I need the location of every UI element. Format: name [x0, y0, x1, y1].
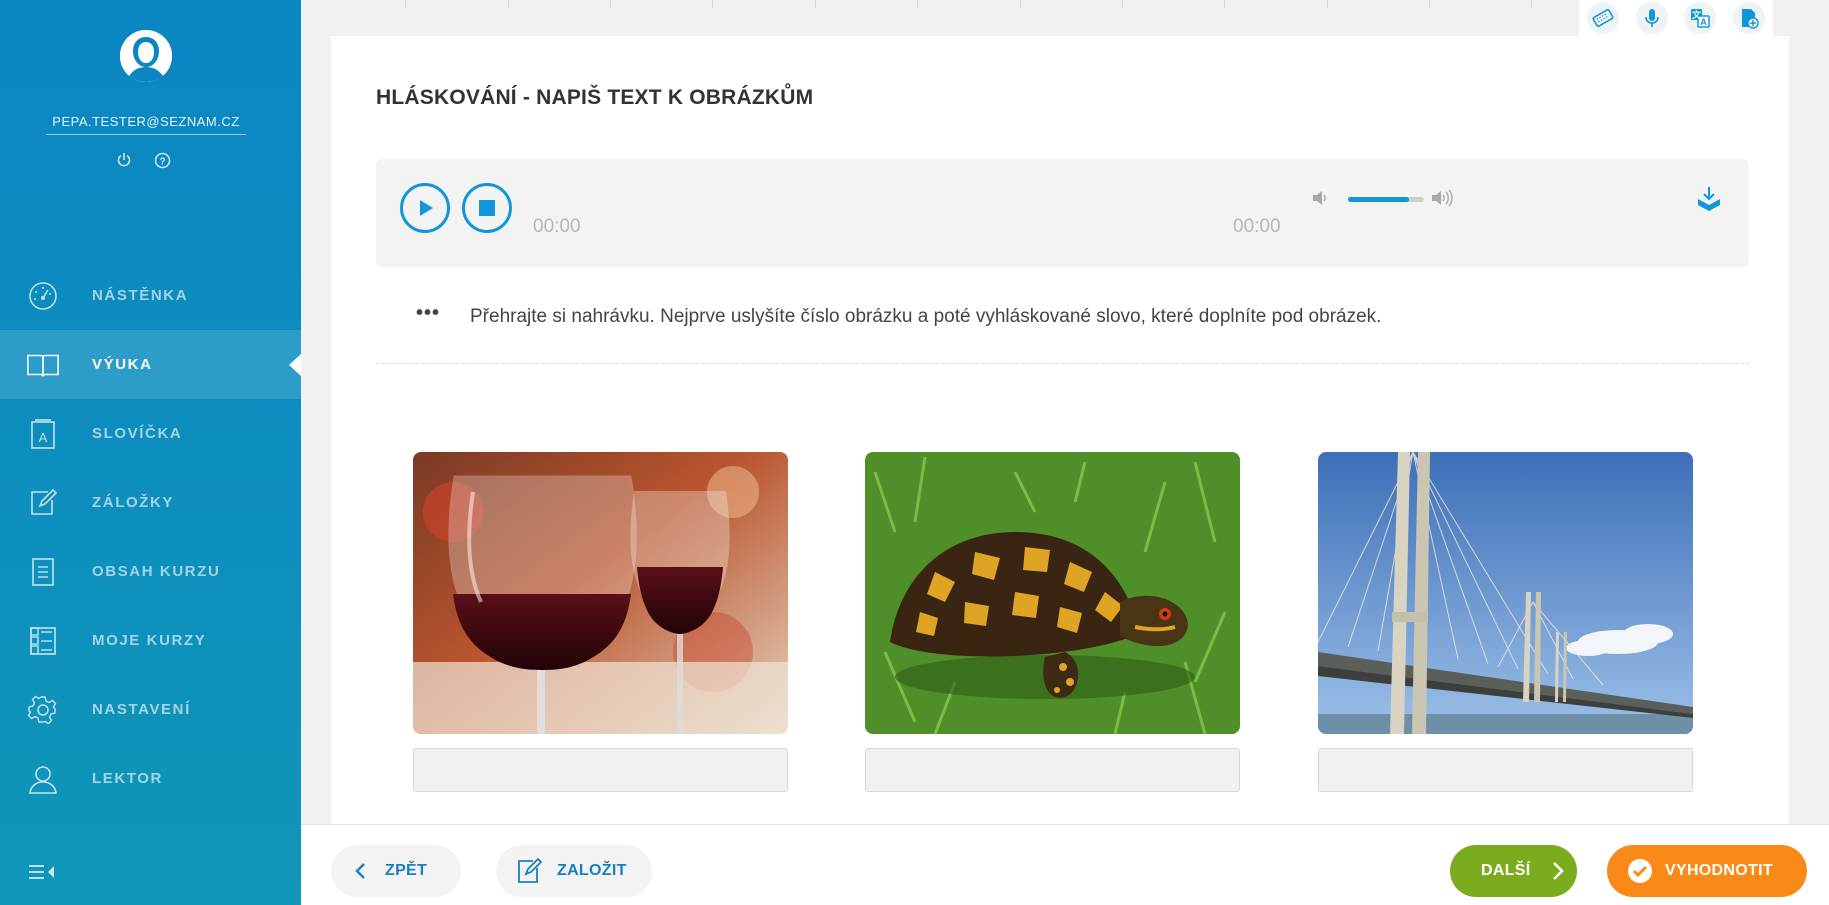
nav-item-bookmarks[interactable]: ZÁLOŽKY	[0, 468, 301, 537]
nav-label: LEKTOR	[92, 770, 163, 787]
answer-input-1[interactable]	[413, 748, 788, 792]
nav-item-course-contents[interactable]: OBSAH KURZU	[0, 537, 301, 606]
translate-icon[interactable]: 文A	[1684, 2, 1717, 34]
play-icon	[420, 200, 433, 216]
my-courses-icon	[26, 624, 60, 658]
nav-label: OBSAH KURZU	[92, 563, 221, 580]
exercise-title: HLÁSKOVÁNÍ - NAPIŠ TEXT K OBRÁZKŮM	[376, 86, 814, 109]
main-nav: NÁSTĚNKA VÝUKA A SLOVÍČKA ZÁLOŽKY OBSAH …	[0, 261, 301, 813]
back-label: ZPĚT	[385, 862, 428, 879]
add-note-icon[interactable]	[1732, 2, 1765, 34]
power-icon[interactable]	[114, 150, 134, 170]
bookmark-edit-icon	[26, 486, 60, 520]
nav-item-teaching[interactable]: VÝUKA	[0, 330, 301, 399]
nav-item-settings[interactable]: NASTAVENÍ	[0, 675, 301, 744]
bridge-image	[1318, 452, 1693, 734]
picture-item	[413, 452, 788, 792]
svg-text:?: ?	[159, 156, 165, 167]
volume-slider[interactable]	[1348, 197, 1424, 202]
answer-input-3[interactable]	[1318, 748, 1693, 792]
current-time: 00:00	[533, 216, 581, 237]
picture-grid	[413, 452, 1693, 832]
stop-button[interactable]	[462, 183, 512, 233]
audio-player: 00:00 00:00	[376, 159, 1749, 267]
nav-label: SLOVÍČKA	[92, 425, 183, 442]
chevron-right-icon	[1552, 862, 1564, 880]
bottom-bar: ZPĚT ZALOŽIT DALŠÍ VYHODNOTIT	[301, 824, 1829, 905]
nav-label: NÁSTĚNKA	[92, 287, 189, 304]
next-label: DALŠÍ	[1481, 862, 1531, 879]
nav-label: MOJE KURZY	[92, 632, 207, 649]
avatar-icon[interactable]	[120, 30, 172, 82]
course-contents-icon	[26, 555, 60, 589]
svg-text:A: A	[1701, 17, 1708, 27]
duration: 00:00	[1233, 216, 1281, 237]
instruction: ••• Přehrajte si nahrávku. Nejprve uslyš…	[376, 302, 1749, 364]
volume-high-icon[interactable]	[1430, 189, 1456, 212]
chevron-left-icon	[355, 863, 365, 879]
bookmark-button[interactable]: ZALOŽIT	[496, 845, 652, 897]
dashboard-icon	[26, 279, 60, 313]
bookmark-edit-icon	[518, 858, 543, 883]
volume-level	[1348, 197, 1409, 202]
help-icon[interactable]: ?	[152, 150, 172, 170]
sidebar: PEPA.TESTER@SEZNAM.CZ ? NÁSTĚNKA VÝUKA A…	[0, 0, 301, 905]
book-icon	[26, 348, 60, 382]
play-button[interactable]	[400, 183, 450, 233]
nav-item-dashboard[interactable]: NÁSTĚNKA	[0, 261, 301, 330]
nav-label: ZÁLOŽKY	[92, 494, 175, 511]
exercise-card: HLÁSKOVÁNÍ - NAPIŠ TEXT K OBRÁZKŮM 00:00…	[331, 36, 1789, 826]
keyboard-icon[interactable]	[1587, 2, 1620, 34]
instruction-marker: •••	[416, 302, 441, 324]
check-circle-icon	[1628, 859, 1652, 883]
bookmark-label: ZALOŽIT	[557, 862, 627, 879]
answer-input-2[interactable]	[865, 748, 1240, 792]
vocabulary-icon: A	[26, 417, 60, 451]
microphone-icon[interactable]	[1635, 2, 1668, 34]
stop-icon	[479, 200, 495, 216]
evaluate-label: VYHODNOTIT	[1665, 862, 1773, 879]
tutor-icon	[26, 762, 60, 796]
wine-glasses-image	[413, 452, 788, 734]
turtle-image	[865, 452, 1240, 734]
nav-item-tutor[interactable]: LEKTOR	[0, 744, 301, 813]
svg-text:A: A	[39, 430, 48, 445]
user-email: PEPA.TESTER@SEZNAM.CZ	[46, 114, 246, 135]
volume-low-icon[interactable]	[1311, 189, 1329, 212]
nav-item-my-courses[interactable]: MOJE KURZY	[0, 606, 301, 675]
settings-icon	[26, 693, 60, 727]
tools-bar: 文A	[1579, 0, 1773, 36]
nav-label: NASTAVENÍ	[92, 701, 191, 718]
nav-label: VÝUKA	[92, 356, 153, 373]
collapse-menu-icon[interactable]	[28, 862, 56, 882]
picture-item	[865, 452, 1240, 792]
instruction-text: Přehrajte si nahrávku. Nejprve uslyšíte …	[470, 306, 1382, 327]
nav-item-vocabulary[interactable]: A SLOVÍČKA	[0, 399, 301, 468]
evaluate-button[interactable]: VYHODNOTIT	[1607, 845, 1807, 897]
picture-item	[1318, 452, 1693, 792]
download-icon[interactable]	[1694, 185, 1724, 213]
next-button[interactable]: DALŠÍ	[1450, 845, 1577, 897]
back-button[interactable]: ZPĚT	[331, 845, 461, 897]
